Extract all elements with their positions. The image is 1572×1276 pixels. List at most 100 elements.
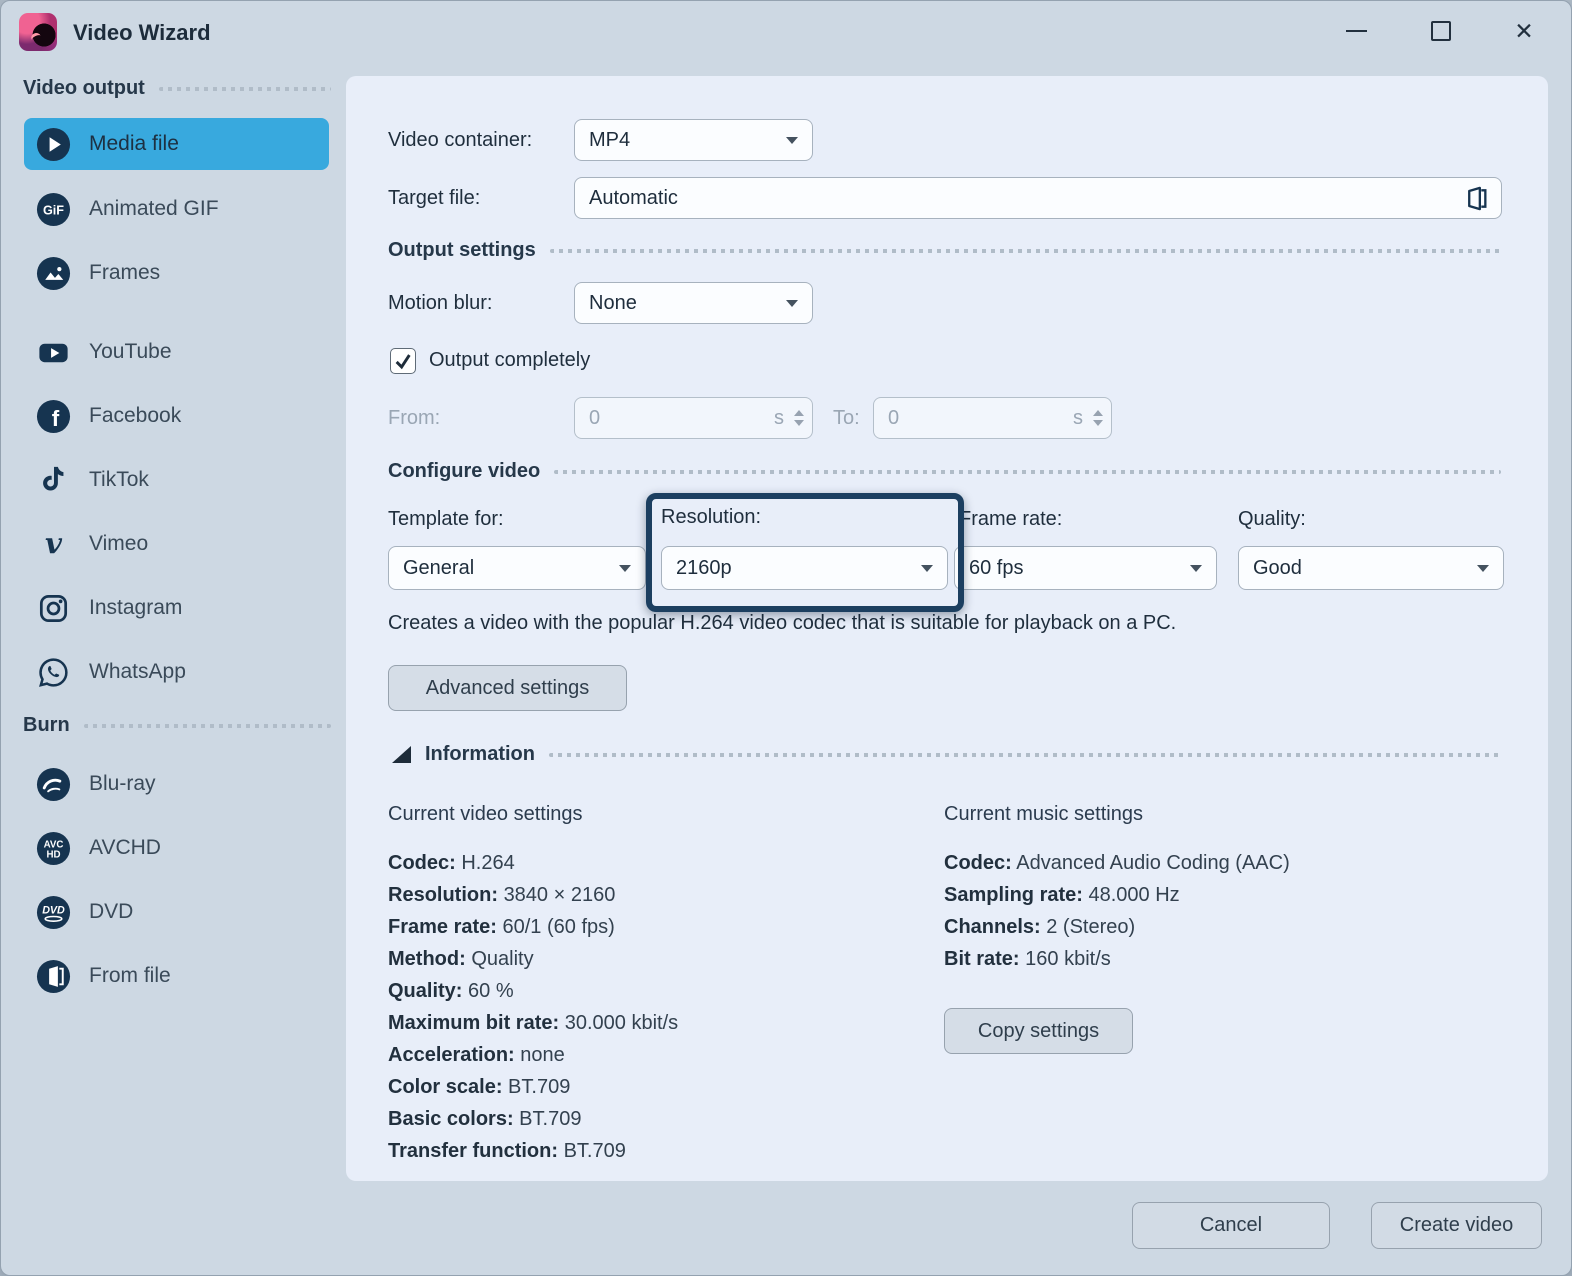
close-icon: ✕ <box>1514 17 1534 44</box>
chevron-down-icon <box>786 136 798 144</box>
sidebar-item-label: Instagram <box>89 596 183 619</box>
sidebar-item-label: DVD <box>89 900 134 923</box>
sidebar-item-instagram[interactable]: Instagram <box>24 582 329 634</box>
frame-rate-value: 60 fps <box>969 556 1024 579</box>
sidebar-item-label: YouTube <box>89 340 172 363</box>
video-wizard-window: Video Wizard ✕ Video output Media file G… <box>0 0 1572 1276</box>
to-spinner[interactable]: 0 s <box>873 397 1112 439</box>
tiktok-icon <box>35 462 72 499</box>
info-row: Bit rate: 160 kbit/s <box>944 948 1111 970</box>
info-row: Basic colors: BT.709 <box>388 1108 582 1130</box>
motion-blur-value: None <box>589 291 637 314</box>
template-label: Template for: <box>388 508 504 530</box>
spin-down-icon[interactable] <box>794 420 804 426</box>
info-row: Color scale: BT.709 <box>388 1076 571 1098</box>
target-file-input[interactable] <box>589 186 1462 210</box>
info-row: Codec: H.264 <box>388 852 515 874</box>
target-file-label: Target file: <box>388 187 481 209</box>
dvd-icon: DVD <box>35 894 72 931</box>
output-settings-header: Output settings <box>388 239 536 261</box>
sidebar-item-label: Vimeo <box>89 532 149 555</box>
resolution-label: Resolution: <box>661 506 762 528</box>
svg-text:DVD: DVD <box>42 904 65 916</box>
svg-text:f: f <box>52 405 60 430</box>
spinner-arrows[interactable] <box>794 410 804 426</box>
divider <box>158 86 331 91</box>
minimize-button[interactable] <box>1334 9 1378 53</box>
sidebar-item-frames[interactable]: Frames <box>24 247 329 299</box>
output-completely-checkbox[interactable] <box>390 348 416 374</box>
spin-up-icon[interactable] <box>794 410 804 416</box>
current-music-settings-list: Codec: Advanced Audio Coding (AAC) Sampl… <box>944 847 1290 975</box>
create-video-button[interactable]: Create video <box>1371 1202 1542 1249</box>
output-settings-section: Output settings <box>388 239 1501 262</box>
template-value: General <box>403 556 475 579</box>
sidebar-item-animated-gif[interactable]: GiF Animated GIF <box>24 183 329 235</box>
output-completely-label: Output completely <box>429 349 591 371</box>
configure-video-header: Configure video <box>388 460 541 482</box>
info-row: Method: Quality <box>388 948 534 970</box>
frames-icon <box>35 255 72 292</box>
info-row: Transfer function: BT.709 <box>388 1140 626 1162</box>
video-container-label: Video container: <box>388 129 533 151</box>
facebook-icon: f <box>35 398 72 435</box>
template-select[interactable]: General <box>388 546 646 590</box>
bluray-icon <box>35 766 72 803</box>
sidebar-section-video-output: Video output <box>23 77 331 100</box>
frame-rate-select[interactable]: 60 fps <box>954 546 1217 590</box>
video-container-select[interactable]: MP4 <box>574 119 813 161</box>
spin-up-icon[interactable] <box>1093 410 1103 416</box>
sidebar-item-label: AVCHD <box>89 836 161 859</box>
divider <box>83 723 331 728</box>
instagram-icon <box>35 590 72 627</box>
chevron-down-icon <box>1477 564 1489 572</box>
sidebar-item-label: Blu-ray <box>89 772 156 795</box>
info-row: Quality: 60 % <box>388 980 514 1002</box>
divider <box>554 469 1501 474</box>
configure-video-section: Configure video <box>388 460 1501 483</box>
divider <box>549 752 1501 757</box>
svg-text:v: v <box>45 526 63 560</box>
sidebar-item-label: Animated GIF <box>89 197 219 220</box>
copy-settings-button[interactable]: Copy settings <box>944 1008 1133 1054</box>
whatsapp-icon <box>35 654 72 691</box>
maximize-icon <box>1431 21 1451 41</box>
to-value: 0 <box>888 406 900 429</box>
sidebar-item-dvd[interactable]: DVD DVD <box>24 886 329 938</box>
sidebar-item-youtube[interactable]: YouTube <box>24 326 329 378</box>
spin-down-icon[interactable] <box>1093 420 1103 426</box>
chevron-down-icon <box>619 564 631 572</box>
spinner-arrows[interactable] <box>1093 410 1103 426</box>
sidebar-item-avchd[interactable]: AVC HD AVCHD <box>24 822 329 874</box>
template-description: Creates a video with the popular H.264 v… <box>388 612 1177 634</box>
from-label: From: <box>388 407 441 429</box>
quality-value: Good <box>1253 556 1302 579</box>
frame-rate-label: Frame rate: <box>959 508 1063 530</box>
collapse-triangle-icon[interactable] <box>392 746 411 763</box>
gif-icon: GiF <box>35 191 72 228</box>
motion-blur-select[interactable]: None <box>574 282 813 324</box>
close-button[interactable]: ✕ <box>1502 9 1546 53</box>
from-spinner[interactable]: 0 s <box>574 397 813 439</box>
sidebar-item-tiktok[interactable]: TikTok <box>24 454 329 506</box>
chevron-down-icon <box>786 299 798 307</box>
advanced-settings-button[interactable]: Advanced settings <box>388 665 627 711</box>
current-video-settings-list: Codec: H.264 Resolution: 3840 × 2160 Fra… <box>388 847 678 1167</box>
browse-file-icon[interactable] <box>1462 185 1489 212</box>
svg-text:GiF: GiF <box>43 203 64 217</box>
sidebar-item-whatsapp[interactable]: WhatsApp <box>24 646 329 698</box>
quality-select[interactable]: Good <box>1238 546 1504 590</box>
maximize-button[interactable] <box>1419 9 1463 53</box>
resolution-select[interactable]: 2160p <box>661 546 948 590</box>
svg-text:HD: HD <box>46 849 60 860</box>
chevron-down-icon <box>1190 564 1202 572</box>
info-row: Channels: 2 (Stereo) <box>944 916 1136 938</box>
sidebar-item-blu-ray[interactable]: Blu-ray <box>24 758 329 810</box>
sidebar-item-vimeo[interactable]: v Vimeo <box>24 518 329 570</box>
sidebar-item-media-file[interactable]: Media file <box>24 118 329 170</box>
info-row: Resolution: 3840 × 2160 <box>388 884 616 906</box>
sidebar-item-from-file[interactable]: From file <box>24 950 329 1002</box>
video-output-header: Video output <box>23 77 145 99</box>
sidebar-item-facebook[interactable]: f Facebook <box>24 390 329 442</box>
cancel-button[interactable]: Cancel <box>1132 1202 1330 1249</box>
